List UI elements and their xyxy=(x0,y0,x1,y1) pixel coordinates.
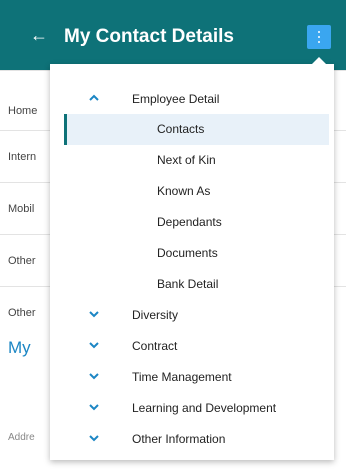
chevron-down-icon xyxy=(88,337,100,355)
submenu-item-bank-detail[interactable]: Bank Detail xyxy=(50,269,334,300)
address-label: Addre xyxy=(8,432,35,443)
menu-item-label: Diversity xyxy=(132,308,179,322)
submenu-item-documents[interactable]: Documents xyxy=(50,238,334,269)
menu-item-diversity[interactable]: Diversity xyxy=(50,300,334,331)
submenu-item-label: Documents xyxy=(157,246,218,260)
chevron-up-icon xyxy=(88,90,100,108)
chevron-down-icon xyxy=(88,368,100,386)
contact-row-label: Intern xyxy=(8,151,37,163)
app-header: ← My Contact Details xyxy=(0,0,346,70)
submenu-item-label: Known As xyxy=(157,184,211,198)
back-arrow-icon[interactable]: ← xyxy=(30,26,48,44)
more-options-icon[interactable] xyxy=(307,25,331,49)
menu-item-time-management[interactable]: Time Management xyxy=(50,362,334,393)
menu-item-label: Learning and Development xyxy=(132,401,277,415)
chevron-down-icon xyxy=(88,306,100,324)
submenu-item-label: Dependants xyxy=(157,215,222,229)
section-heading: My xyxy=(8,338,31,357)
contact-row-label: Mobil xyxy=(8,203,35,215)
menu-item-label: Contract xyxy=(132,339,178,353)
menu-item-employee-detail[interactable]: Employee Detail xyxy=(50,84,334,115)
menu-item-learning-and-development[interactable]: Learning and Development xyxy=(50,393,334,424)
menu-item-label: Other Information xyxy=(132,432,226,446)
navigation-dropdown-menu: Employee Detail Contacts Next of Kin Kno… xyxy=(50,57,334,460)
menu-item-other-information[interactable]: Other Information xyxy=(50,424,334,455)
submenu-item-label: Next of Kin xyxy=(157,153,216,167)
submenu-item-contacts[interactable]: Contacts xyxy=(64,114,329,145)
menu-item-contract[interactable]: Contract xyxy=(50,331,334,362)
submenu-item-dependants[interactable]: Dependants xyxy=(50,207,334,238)
contact-row-label: Other xyxy=(8,307,36,319)
menu-item-label: Time Management xyxy=(132,370,232,384)
submenu-item-label: Contacts xyxy=(157,122,205,136)
menu-item-label: Employee Detail xyxy=(132,92,220,106)
submenu-item-next-of-kin[interactable]: Next of Kin xyxy=(50,145,334,176)
contact-row-label: Other xyxy=(8,255,36,267)
chevron-down-icon xyxy=(88,430,100,448)
page-title: My Contact Details xyxy=(64,26,234,47)
contact-row-label: Home xyxy=(8,105,38,117)
chevron-down-icon xyxy=(88,399,100,417)
submenu-item-label: Bank Detail xyxy=(157,277,219,291)
submenu-item-known-as[interactable]: Known As xyxy=(50,176,334,207)
